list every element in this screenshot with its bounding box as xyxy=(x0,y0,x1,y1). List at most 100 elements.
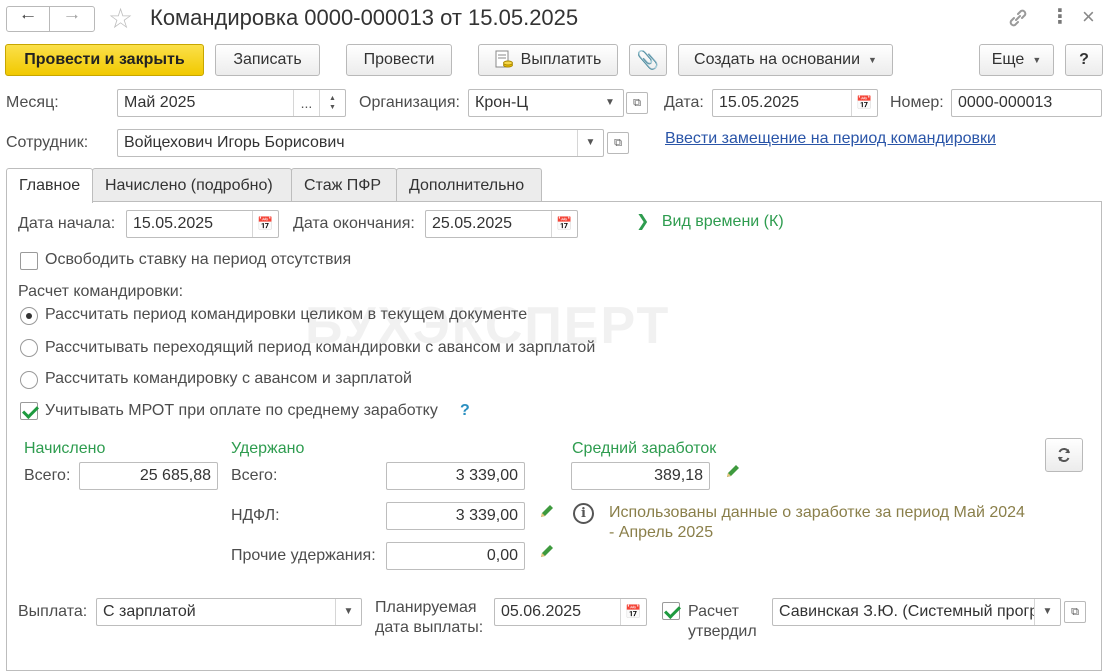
tab-accrued-detailed[interactable]: Начислено (подробно) xyxy=(92,168,292,202)
date-calendar-button[interactable]: 📅 xyxy=(851,90,877,116)
month-value: Май 2025 xyxy=(124,94,196,111)
radio-calc-with-salary[interactable] xyxy=(20,371,38,389)
withheld-total-field[interactable]: 3 339,00 xyxy=(386,462,525,490)
stepper-up-icon[interactable]: ▲ xyxy=(329,94,336,103)
planned-date-calendar-button[interactable]: 📅 xyxy=(620,599,646,625)
calendar-icon: 📅 xyxy=(856,95,873,110)
start-date-field[interactable]: 15.05.2025 📅 xyxy=(126,210,279,238)
open-window-icon: ⧉ xyxy=(1071,605,1079,618)
radio-calc-transitional-label: Рассчитывать переходящий период командир… xyxy=(45,339,596,356)
start-date-calendar-button[interactable]: 📅 xyxy=(252,211,278,237)
create-based-label: Создать на основании xyxy=(694,51,861,68)
time-type-toggle[interactable]: ❯ Вид времени (К) xyxy=(636,211,784,231)
planned-date-label: Планируемая дата выплаты: xyxy=(375,599,484,636)
number-value: 0000-000013 xyxy=(958,94,1053,111)
chevron-down-icon: ▼ xyxy=(585,137,596,148)
approver-field[interactable]: Савинская З.Ю. (Системный программист) ▼ xyxy=(772,598,1061,626)
dropdown-arrow-icon: ▼ xyxy=(868,55,877,65)
post-and-close-button[interactable]: Провести и закрыть xyxy=(5,44,204,76)
star-icon[interactable]: ☆ xyxy=(108,2,133,35)
org-dropdown-button[interactable]: ▼ xyxy=(597,90,623,116)
approver-open-button[interactable]: ⧉ xyxy=(1064,601,1086,623)
employee-dropdown-button[interactable]: ▼ xyxy=(577,130,603,156)
approved-checkbox[interactable] xyxy=(662,602,680,620)
chevron-down-icon: ▼ xyxy=(605,97,615,108)
org-field[interactable]: Крон-Ц ▼ xyxy=(468,89,624,117)
radio-calc-transitional[interactable] xyxy=(20,339,38,357)
accrued-title: Начислено xyxy=(24,440,106,457)
free-rate-label: Освободить ставку на период отсутствия xyxy=(45,251,352,268)
other-withheld-field[interactable]: 0,00 xyxy=(386,542,525,570)
attach-button[interactable]: 📎 xyxy=(629,44,667,76)
forward-button[interactable]: 🠂 xyxy=(49,6,95,32)
stepper-down-icon[interactable]: ▼ xyxy=(329,103,336,112)
radio-calc-with-salary-label: Рассчитать командировку с авансом и зарп… xyxy=(45,370,412,387)
close-icon[interactable]: × xyxy=(1082,4,1095,30)
avg-earnings-field[interactable]: 389,18 xyxy=(571,462,710,490)
more-button[interactable]: Еще ▼ xyxy=(979,44,1054,76)
month-select-button[interactable]: ... xyxy=(293,90,319,116)
planned-date-value: 05.06.2025 xyxy=(501,603,582,620)
create-based-button[interactable]: Создать на основании ▼ xyxy=(678,44,893,76)
refresh-icon xyxy=(1058,447,1070,463)
arrow-left-icon: 🠀 xyxy=(21,8,35,26)
payment-dropdown-button[interactable]: ▼ xyxy=(335,599,361,625)
edit-ndfl-pencil-icon[interactable] xyxy=(538,502,556,520)
ndfl-field[interactable]: 3 339,00 xyxy=(386,502,525,530)
mrot-help-icon[interactable]: ? xyxy=(460,402,470,420)
accrued-total-field[interactable]: 25 685,88 xyxy=(79,462,218,490)
radio-calc-whole[interactable] xyxy=(20,307,38,325)
month-field[interactable]: Май 2025 ... ▲ ▼ xyxy=(117,89,346,117)
free-rate-checkbox[interactable] xyxy=(20,252,38,270)
employee-field[interactable]: Войцехович Игорь Борисович ▼ xyxy=(117,129,604,157)
mrot-label: Учитывать МРОТ при оплате по среднему за… xyxy=(45,402,438,419)
chevron-right-icon: ❯ xyxy=(636,213,650,230)
link-icon[interactable] xyxy=(1006,6,1030,30)
info-text: Использованы данные о заработке за перио… xyxy=(609,504,1025,541)
month-stepper[interactable]: ▲ ▼ xyxy=(319,90,345,116)
refresh-button[interactable] xyxy=(1045,438,1083,472)
back-button[interactable]: 🠀 xyxy=(6,6,50,32)
document-coins-icon xyxy=(495,50,513,70)
post-button[interactable]: Провести xyxy=(346,44,452,76)
month-label: Месяц: xyxy=(6,94,59,111)
approver-dropdown-button[interactable]: ▼ xyxy=(1034,599,1060,625)
more-vert-icon[interactable]: ⋮ xyxy=(1050,4,1070,29)
edit-avg-pencil-icon[interactable] xyxy=(724,462,742,480)
edit-other-pencil-icon[interactable] xyxy=(538,542,556,560)
ndfl-label: НДФЛ: xyxy=(231,507,280,524)
mrot-checkbox[interactable] xyxy=(20,402,38,420)
org-open-button[interactable]: ⧉ xyxy=(626,92,648,114)
org-label: Организация: xyxy=(359,94,460,111)
tab-main[interactable]: Главное xyxy=(6,168,93,203)
other-withheld-label: Прочие удержания: xyxy=(231,547,376,564)
calendar-icon: 📅 xyxy=(625,604,642,619)
replacement-link[interactable]: Ввести замещение на период командировки xyxy=(665,130,996,148)
save-button[interactable]: Записать xyxy=(215,44,320,76)
pay-button[interactable]: Выплатить xyxy=(478,44,618,76)
date-field[interactable]: 15.05.2025 📅 xyxy=(712,89,878,117)
tab-additional[interactable]: Дополнительно xyxy=(396,168,542,202)
employee-label: Сотрудник: xyxy=(6,134,89,151)
end-date-field[interactable]: 25.05.2025 📅 xyxy=(425,210,578,238)
accrued-total-label: Всего: xyxy=(24,467,71,484)
planned-date-field[interactable]: 05.06.2025 📅 xyxy=(494,598,647,626)
start-date-label: Дата начала: xyxy=(18,215,116,232)
arrow-right-icon: 🠂 xyxy=(65,8,79,26)
calendar-icon: 📅 xyxy=(556,216,573,231)
employee-value: Войцехович Игорь Борисович xyxy=(124,134,345,151)
approver-value: Савинская З.Ю. (Системный программист) xyxy=(779,603,1060,620)
calc-label: Расчет командировки: xyxy=(18,283,184,300)
chevron-down-icon: ▼ xyxy=(343,606,354,617)
end-date-label: Дата окончания: xyxy=(293,215,415,232)
tab-pfr-experience[interactable]: Стаж ПФР xyxy=(291,168,397,202)
calendar-icon: 📅 xyxy=(257,216,274,231)
info-icon: i xyxy=(573,503,594,524)
end-date-calendar-button[interactable]: 📅 xyxy=(551,211,577,237)
payment-field[interactable]: С зарплатой ▼ xyxy=(96,598,362,626)
help-button[interactable]: ? xyxy=(1065,44,1103,76)
avg-earnings-title: Средний заработок xyxy=(572,440,717,457)
employee-open-button[interactable]: ⧉ xyxy=(607,132,629,154)
open-window-icon: ⧉ xyxy=(633,96,641,109)
number-field[interactable]: 0000-000013 xyxy=(951,89,1102,117)
